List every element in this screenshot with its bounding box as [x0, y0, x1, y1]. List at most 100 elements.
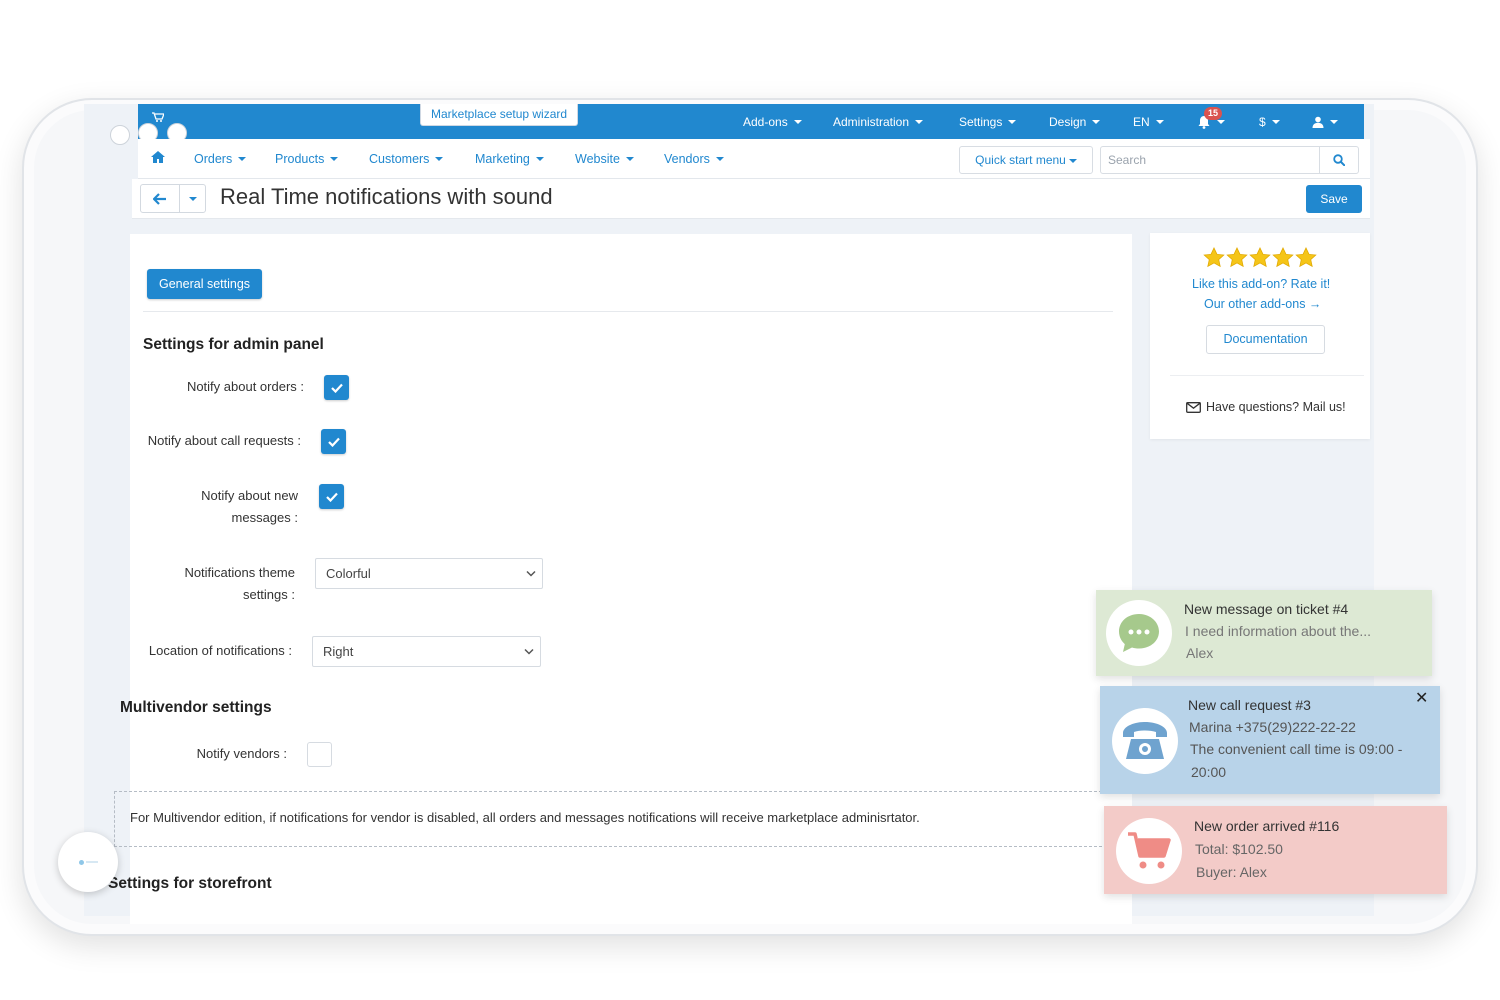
menu-currency[interactable]: $ [1259, 113, 1280, 131]
menu-design[interactable]: Design [1049, 113, 1101, 131]
back-dropdown-button[interactable] [179, 184, 206, 213]
dot-icon [78, 859, 84, 865]
nav-label: Marketing [475, 152, 530, 166]
nav-orders[interactable]: Orders [194, 152, 247, 166]
notification-buyer: Buyer: Alex [1196, 864, 1267, 880]
location-select-value: Right [323, 644, 354, 659]
tab-general-settings[interactable]: General settings [147, 269, 263, 299]
chevron-down-icon [526, 570, 536, 577]
page-title: Real Time notifications with sound [220, 184, 553, 209]
notification-title: New message on ticket #4 [1184, 601, 1349, 617]
notification-title: New order arrived #116 [1194, 818, 1340, 834]
setup-wizard-link[interactable]: Marketplace setup wizard [420, 104, 579, 126]
floating-chat-button[interactable] [58, 832, 118, 892]
storefront-heading: Settings for storefront [108, 875, 272, 892]
chevron-down-icon [524, 648, 534, 655]
multivendor-heading: Multivendor settings [120, 699, 272, 716]
telephone-icon [1112, 708, 1178, 774]
nav-label: Products [275, 152, 325, 166]
rating-stars[interactable] [1203, 247, 1317, 268]
line-icon [85, 861, 98, 863]
star-icon[interactable] [1295, 247, 1317, 268]
notification-call-time-end: 20:00 [1191, 764, 1227, 780]
cart-icon[interactable] [152, 112, 165, 125]
search-input[interactable] [1100, 146, 1320, 174]
menu-label: Settings [959, 115, 1003, 129]
mail-us-label: Have questions? Mail us! [1206, 400, 1346, 414]
nav-products[interactable]: Products [275, 152, 339, 166]
chat-bubble-icon [1106, 600, 1172, 666]
theme-label-line1: Notifications theme [184, 565, 295, 580]
admin-settings-heading: Settings for admin panel [143, 336, 324, 353]
mail-us-link[interactable]: Have questions? Mail us! [1186, 400, 1346, 414]
star-icon[interactable] [1272, 247, 1294, 268]
notify-messages-label-line1: Notify about new [201, 488, 298, 503]
notification-order[interactable]: New order arrived #116 Total: $102.50 Bu… [1104, 806, 1447, 894]
notify-messages-label-line2: messages : [231, 510, 298, 525]
notification-call-time: The convenient call time is 09:00 - [1190, 741, 1403, 757]
notify-orders-checkbox[interactable] [324, 375, 349, 400]
nav-label: Vendors [664, 152, 710, 166]
documentation-button[interactable]: Documentation [1206, 325, 1325, 354]
menu-language[interactable]: EN [1133, 113, 1164, 131]
dot [110, 125, 130, 145]
star-icon[interactable] [1203, 247, 1225, 268]
notification-title: New call request #3 [1188, 697, 1311, 713]
menu-administration[interactable]: Administration [833, 113, 924, 131]
theme-label-line2: settings : [242, 587, 295, 602]
notification-count-badge: 15 [1204, 107, 1223, 120]
theme-select-value: Colorful [326, 566, 371, 581]
menu-settings[interactable]: Settings [959, 113, 1017, 131]
nav-label: Website [575, 152, 620, 166]
menu-label: $ [1259, 115, 1266, 129]
notification-caller: Marina +375(29)222-22-22 [1189, 719, 1356, 735]
nav-label: Orders [194, 152, 233, 166]
check-icon [325, 492, 338, 502]
nav-label: Customers [369, 152, 430, 166]
nav-customers[interactable]: Customers [369, 152, 444, 166]
multivendor-note: For Multivendor edition, if notification… [114, 791, 1132, 847]
menu-label: Add-ons [743, 115, 788, 129]
shopping-cart-icon [1116, 818, 1182, 884]
star-icon[interactable] [1226, 247, 1248, 268]
star-icon[interactable] [1249, 247, 1271, 268]
envelope-icon [1186, 401, 1201, 413]
notification-message[interactable]: New message on ticket #4 I need informat… [1096, 590, 1432, 676]
search-icon [1333, 154, 1345, 166]
other-addons-link[interactable]: Our other add-ons → [1204, 297, 1321, 311]
menu-label: Administration [833, 115, 910, 129]
location-select[interactable]: Right [312, 636, 541, 667]
notify-vendors-checkbox[interactable] [307, 742, 332, 767]
nav-website[interactable]: Website [575, 152, 634, 166]
rate-addon-link[interactable]: Like this add-on? Rate it! [1192, 277, 1330, 291]
home-icon[interactable] [151, 151, 165, 163]
divider [143, 311, 1113, 312]
notify-calls-checkbox[interactable] [321, 429, 346, 454]
menu-addons[interactable]: Add-ons [743, 113, 802, 131]
back-button[interactable] [140, 184, 180, 213]
quick-start-label: Quick start menu [975, 153, 1066, 167]
notify-orders-label: Notify about orders : [186, 379, 304, 394]
notification-text: I need information about the... [1185, 623, 1372, 639]
notification-total: Total: $102.50 [1195, 841, 1283, 857]
notify-vendors-label: Notify vendors : [196, 746, 287, 761]
menu-label: Design [1049, 115, 1087, 129]
save-button[interactable]: Save [1306, 185, 1362, 213]
menu-label: EN [1133, 115, 1150, 129]
notify-messages-checkbox[interactable] [319, 484, 344, 509]
theme-select[interactable]: Colorful [315, 558, 543, 589]
quick-start-menu-button[interactable]: Quick start menu [959, 146, 1093, 174]
check-icon [330, 383, 343, 393]
user-menu-icon[interactable] [1312, 113, 1338, 131]
notify-calls-label: Notify about call requests : [147, 433, 301, 448]
close-icon[interactable]: ✕ [1415, 688, 1428, 708]
check-icon [327, 437, 340, 447]
notification-author: Alex [1186, 645, 1214, 661]
location-label: Location of notifications : [148, 643, 292, 658]
nav-vendors[interactable]: Vendors [664, 152, 724, 166]
nav-marketing[interactable]: Marketing [475, 152, 544, 166]
arrow-left-icon [153, 192, 166, 205]
divider [1170, 375, 1364, 376]
chevron-down-icon [188, 196, 197, 201]
search-button[interactable] [1319, 146, 1359, 174]
